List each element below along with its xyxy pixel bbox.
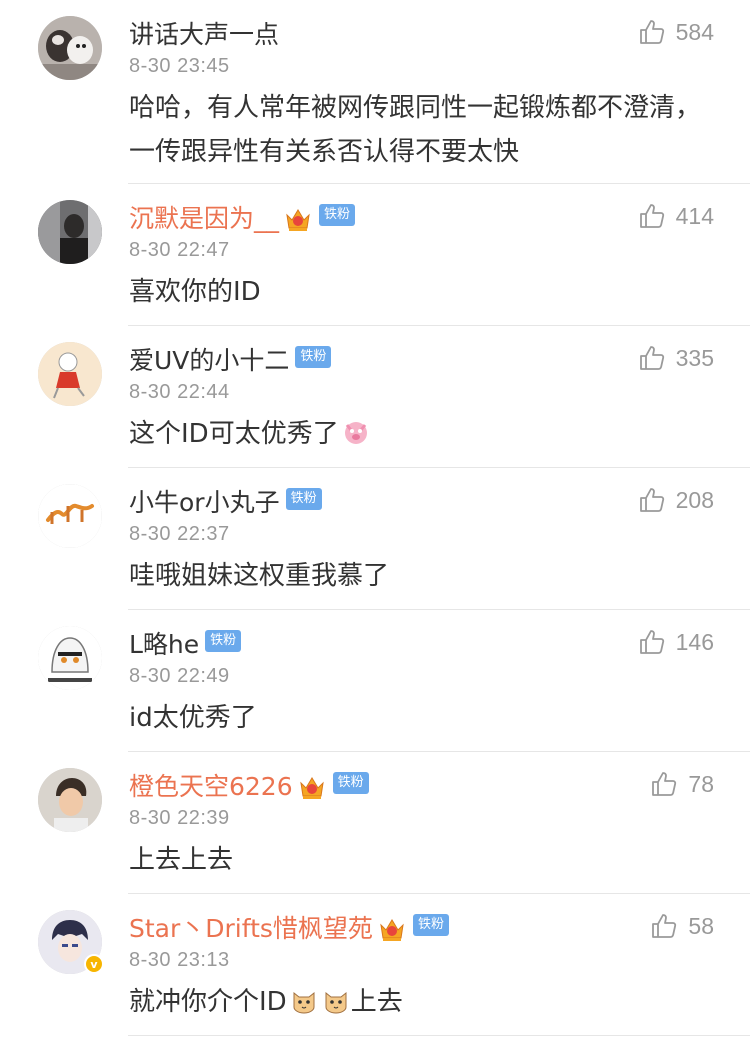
cat-emoji: [321, 985, 351, 1015]
like-button[interactable]: 208: [638, 482, 714, 518]
fan-badge: 铁粉: [332, 772, 369, 794]
comment-time: 8-30 22:37: [129, 523, 230, 545]
fan-badge: 铁粉: [319, 204, 356, 226]
fan-badge: 铁粉: [412, 914, 449, 936]
user-name[interactable]: 沉默是因为__: [129, 200, 279, 238]
like-count: 58: [688, 912, 714, 939]
like-button[interactable]: 146: [638, 624, 714, 660]
crown-icon: [377, 914, 407, 944]
comment-text: 喜欢你的ID: [129, 277, 261, 307]
comment-item: 橙色天空6226 铁粉 8-30 22:39 上去上去 78: [0, 752, 750, 894]
like-button[interactable]: 78: [650, 766, 714, 802]
like-button[interactable]: 414: [638, 198, 714, 234]
user-name[interactable]: L略he: [129, 626, 199, 664]
comment-item: 爱UV的小十二 铁粉 8-30 22:44 这个ID可太优秀了 335: [0, 326, 750, 468]
like-button[interactable]: 584: [638, 14, 714, 50]
avatar-young-man[interactable]: [38, 768, 102, 832]
comment-item: 沉默是因为__ 铁粉 8-30 22:47 喜欢你的ID 414: [0, 184, 750, 326]
avatar-text-logo[interactable]: [38, 484, 102, 548]
comment-list: 讲话大声一点 8-30 23:45 哈哈，有人常年被网传跟同性一起锻炼都不澄清，…: [0, 0, 750, 1036]
avatar-dogs[interactable]: [38, 16, 102, 80]
thumbs-up-icon: [638, 628, 666, 656]
comment-text: 哇哦姐妹这权重我慕了: [129, 561, 390, 591]
like-button[interactable]: 335: [638, 340, 714, 376]
user-name[interactable]: 讲话大声一点: [129, 16, 279, 54]
user-name[interactable]: 小牛or小丸子: [129, 484, 280, 522]
thumbs-up-icon: [650, 912, 678, 940]
comment-time: 8-30 22:39: [129, 807, 230, 829]
fan-badge: 铁粉: [295, 346, 332, 368]
crown-icon: [283, 204, 313, 234]
comment-time: 8-30 23:45: [129, 55, 230, 77]
comment-time: 8-30 22:47: [129, 239, 230, 261]
comment-text: 就冲你介个ID 上去: [129, 985, 403, 1017]
thumbs-up-icon: [638, 486, 666, 514]
comment-text: id太优秀了: [129, 703, 257, 733]
thumbs-up-icon: [638, 18, 666, 46]
comment-item: 讲话大声一点 8-30 23:45 哈哈，有人常年被网传跟同性一起锻炼都不澄清，…: [0, 0, 750, 184]
like-count: 414: [675, 202, 714, 229]
avatar-cartoon-girl[interactable]: [38, 342, 102, 406]
comment-time: 8-30 22:44: [129, 381, 230, 403]
like-count: 584: [675, 18, 714, 45]
comment-text: 这个ID可太优秀了: [129, 412, 719, 456]
user-name[interactable]: 橙色天空6226: [129, 768, 293, 806]
fan-badge: 铁粉: [285, 488, 322, 510]
avatar-anime-girl[interactable]: [38, 626, 102, 690]
like-count: 78: [688, 770, 714, 797]
comment-time: 8-30 23:13: [129, 949, 230, 971]
thumbs-up-icon: [650, 770, 678, 798]
comment-item: L略he 铁粉 8-30 22:49 id太优秀了 146: [0, 610, 750, 752]
comment-item: 小牛or小丸子 铁粉 8-30 22:37 哇哦姐妹这权重我慕了 208: [0, 468, 750, 610]
thumbs-up-icon: [638, 344, 666, 372]
crown-icon: [297, 772, 327, 802]
like-button[interactable]: 58: [650, 908, 714, 944]
user-name[interactable]: 爱UV的小十二: [129, 342, 289, 380]
verified-icon: v: [84, 954, 104, 974]
like-count: 335: [675, 344, 714, 371]
like-count: 208: [675, 486, 714, 513]
comment-item: v Star丶Drifts惜枫望苑 铁粉 8-30 23:13 就冲你介个ID 上…: [0, 894, 750, 1036]
fan-badge: 铁粉: [205, 630, 242, 652]
like-count: 146: [675, 628, 714, 655]
comment-text: 上去上去: [129, 845, 234, 875]
avatar-person[interactable]: [38, 200, 102, 264]
thumbs-up-icon: [638, 202, 666, 230]
pig-emoji: [341, 417, 371, 447]
comment-text: 哈哈，有人常年被网传跟同性一起锻炼都不澄清，一传跟异性有关系否认得不要太快: [129, 93, 702, 167]
cat-emoji: [289, 985, 319, 1015]
comment-time: 8-30 22:49: [129, 665, 230, 687]
user-name[interactable]: Star丶Drifts惜枫望苑: [129, 910, 373, 948]
